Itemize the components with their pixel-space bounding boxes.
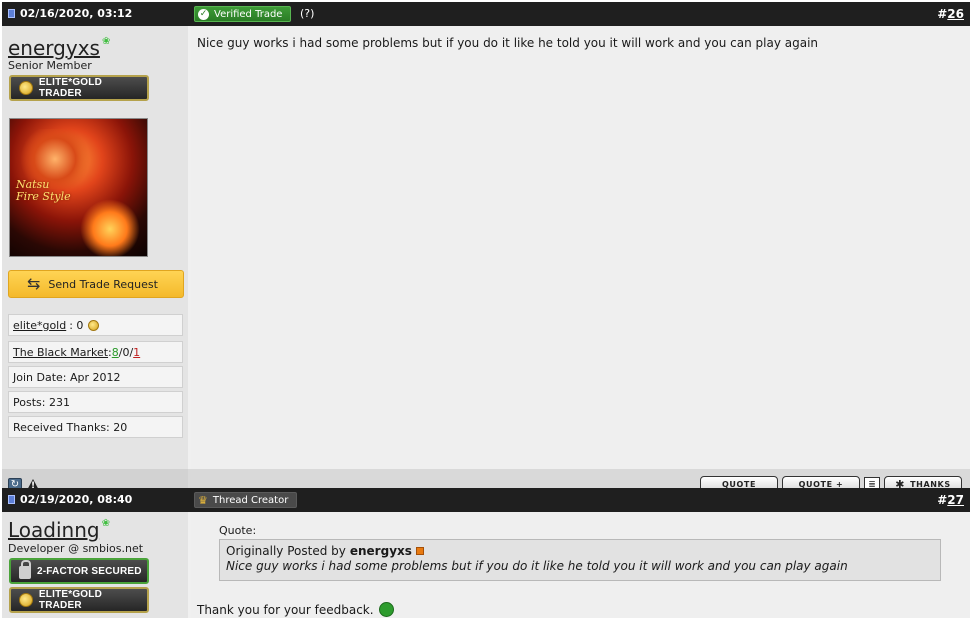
quote-author: energyxs bbox=[349, 544, 412, 558]
post-date: 02/16/2020, 03:12 bbox=[8, 7, 132, 20]
post-message: Nice guy works i had some problems but i… bbox=[197, 36, 819, 50]
elite-gold-link[interactable]: elite*gold bbox=[13, 319, 66, 332]
avatar-flame-bottom bbox=[80, 199, 140, 256]
username-link[interactable]: energyxs ❀ bbox=[8, 36, 110, 60]
send-trade-request-button[interactable]: ⇆ Send Trade Request bbox=[8, 270, 184, 298]
checkmark-icon: ✓ bbox=[198, 8, 209, 20]
post-26: 02/16/2020, 03:12 ✓ Verified Trade (?) #… bbox=[2, 2, 970, 501]
verified-trade-label: Verified Trade bbox=[214, 8, 283, 20]
user-avatar[interactable]: Natsu Fire Style bbox=[9, 118, 148, 257]
elite-gold-trader-rank[interactable]: ELITE*GOLD TRADER bbox=[9, 587, 149, 613]
post-27: 02/19/2020, 08:40 ♛ Thread Creator #27 L… bbox=[2, 488, 970, 618]
post-header: 02/19/2020, 08:40 ♛ Thread Creator #27 bbox=[2, 488, 970, 512]
post-document-icon bbox=[8, 9, 15, 18]
post-date-text: 02/19/2020, 08:40 bbox=[20, 493, 133, 506]
two-factor-secured-rank[interactable]: 2-FACTOR SECURED bbox=[9, 558, 149, 584]
quote-label: Quote: bbox=[219, 524, 257, 537]
trade-button-label: Send Trade Request bbox=[48, 277, 158, 291]
online-sprout-icon: ❀ bbox=[101, 36, 111, 47]
post-body: energyxs ❀ Senior Member ELITE*GOLD TRADE… bbox=[2, 26, 970, 469]
post-content: Nice guy works i had some problems but i… bbox=[191, 26, 970, 469]
quote-attribution: Originally Posted by energyxs bbox=[226, 544, 934, 558]
post-number-link[interactable]: 26 bbox=[947, 7, 964, 21]
bm-neutral: /0/ bbox=[118, 345, 134, 359]
user-sidebar: Loadinng ❀ Developer @ smbios.net 2-FACTO… bbox=[2, 512, 188, 618]
stat-elite-gold: elite*gold : 0 bbox=[8, 314, 183, 336]
bm-positive[interactable]: 8 bbox=[112, 346, 119, 359]
thread-creator-label: Thread Creator bbox=[212, 494, 289, 506]
post-date: 02/19/2020, 08:40 bbox=[8, 493, 132, 506]
view-post-icon[interactable] bbox=[415, 547, 424, 555]
swap-arrows-icon: ⇆ bbox=[27, 274, 41, 293]
post-body: Loadinng ❀ Developer @ smbios.net 2-FACTO… bbox=[2, 512, 970, 618]
post-date-text: 02/16/2020, 03:12 bbox=[20, 7, 133, 20]
post-message: Thank you for your feedback. bbox=[197, 602, 394, 617]
verified-trade-badge[interactable]: ✓ Verified Trade bbox=[194, 6, 292, 22]
black-market-link[interactable]: The Black Market bbox=[13, 346, 108, 359]
quote-block: Originally Posted by energyxs Nice guy w… bbox=[219, 539, 941, 581]
stat-join-date: Join Date: Apr 2012 bbox=[8, 366, 183, 388]
elite-gold-value: : 0 bbox=[69, 318, 84, 332]
thread-creator-badge: ♛ Thread Creator bbox=[194, 492, 298, 508]
bm-negative[interactable]: 1 bbox=[133, 346, 140, 359]
coin-icon bbox=[88, 319, 100, 331]
reply-text: Thank you for your feedback. bbox=[197, 602, 374, 617]
stat-received-thanks: Received Thanks: 20 bbox=[8, 416, 183, 438]
avatar-signature: Natsu Fire Style bbox=[16, 178, 71, 203]
post-number[interactable]: #27 bbox=[937, 493, 964, 507]
username-text[interactable]: energyxs bbox=[8, 36, 100, 60]
lock-icon bbox=[19, 560, 31, 579]
stat-posts: Posts: 231 bbox=[8, 391, 183, 413]
user-sidebar: energyxs ❀ Senior Member ELITE*GOLD TRADE… bbox=[2, 26, 188, 469]
post-number-prefix: # bbox=[937, 493, 948, 507]
elite-gold-trader-rank[interactable]: ELITE*GOLD TRADER bbox=[9, 75, 149, 101]
rank-label: ELITE*GOLD TRADER bbox=[38, 77, 103, 99]
help-link[interactable]: (?) bbox=[300, 7, 314, 20]
online-sprout-icon: ❀ bbox=[101, 518, 110, 529]
post-number[interactable]: #26 bbox=[937, 7, 964, 21]
coins-icon bbox=[19, 593, 33, 607]
smiley-icon bbox=[378, 602, 394, 617]
username-text[interactable]: Loadinng bbox=[8, 518, 100, 542]
post-number-link[interactable]: 27 bbox=[947, 493, 964, 507]
post-document-icon bbox=[8, 495, 15, 504]
rank-label-2fa: 2-FACTOR SECURED bbox=[37, 565, 142, 577]
crown-icon: ♛ bbox=[198, 493, 208, 507]
post-content: Quote: Originally Posted by energyxs Nic… bbox=[191, 512, 970, 618]
coins-icon bbox=[19, 81, 33, 95]
user-title: Developer @ smbios.net bbox=[8, 542, 144, 555]
username-link[interactable]: Loadinng ❀ bbox=[8, 518, 110, 542]
user-title: Senior Member bbox=[8, 59, 92, 72]
post-number-prefix: # bbox=[937, 7, 948, 21]
stat-black-market: The Black Market: 8/0/1 bbox=[8, 341, 183, 363]
rank-label-gold: ELITE*GOLD TRADER bbox=[38, 589, 103, 611]
quote-text: Nice guy works i had some problems but i… bbox=[226, 559, 848, 573]
post-header: 02/16/2020, 03:12 ✓ Verified Trade (?) #… bbox=[2, 2, 970, 26]
quote-by-prefix: Originally Posted by bbox=[226, 544, 346, 558]
